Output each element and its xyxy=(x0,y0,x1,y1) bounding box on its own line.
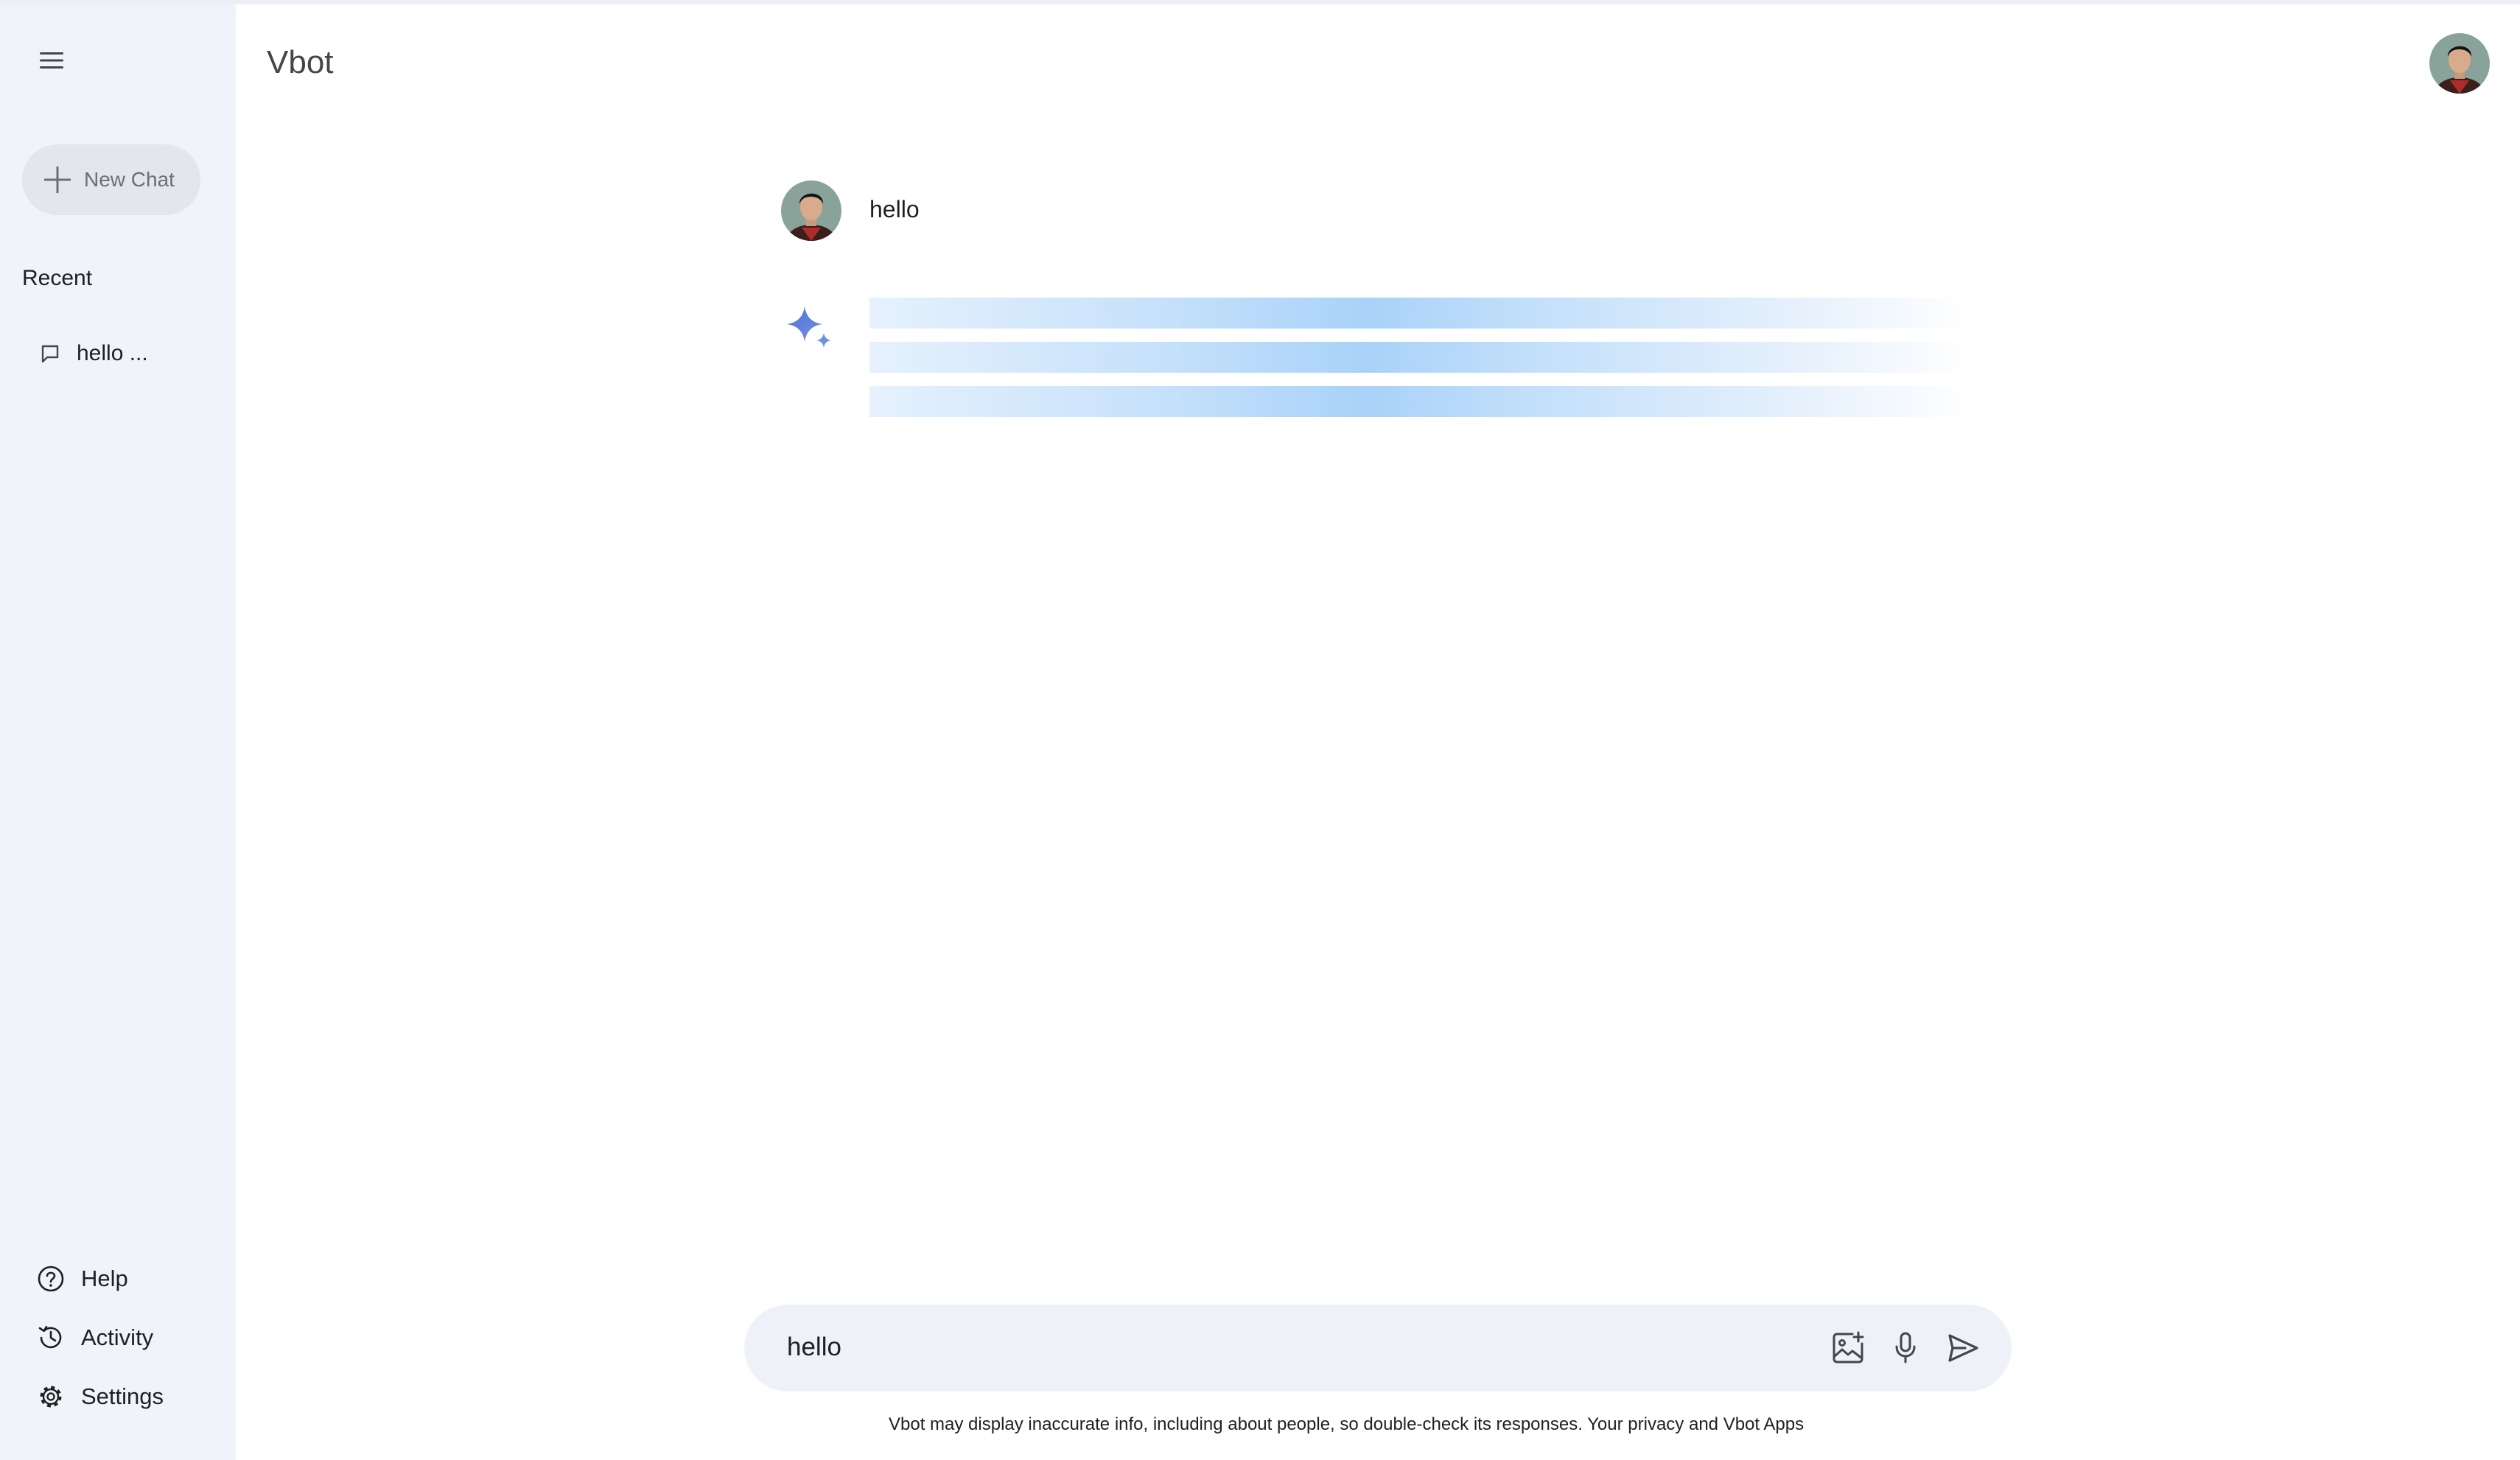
sidebar-item-help[interactable]: Help xyxy=(22,1249,214,1308)
send-button[interactable] xyxy=(1941,1326,1985,1370)
user-message-avatar xyxy=(781,180,841,241)
gear-icon xyxy=(40,1386,62,1408)
hamburger-menu-icon xyxy=(40,52,63,69)
user-avatar-icon xyxy=(2429,33,2490,94)
recent-heading: Recent xyxy=(22,266,93,290)
app-title: Vbot xyxy=(267,44,334,80)
help-label: Help xyxy=(81,1266,128,1291)
add-image-button[interactable] xyxy=(1826,1326,1870,1370)
chat-bubble-icon xyxy=(41,345,59,363)
activity-label: Activity xyxy=(81,1324,154,1350)
response-loading-line xyxy=(869,298,1975,329)
add-image-icon xyxy=(1833,1331,1864,1364)
response-loading-line xyxy=(869,386,1975,417)
recent-chat-label: hello ... xyxy=(77,341,148,365)
settings-label: Settings xyxy=(81,1383,164,1409)
help-circle-icon xyxy=(38,1266,64,1292)
history-icon xyxy=(38,1325,62,1349)
user-avatar-icon xyxy=(781,180,841,241)
new-chat-button[interactable]: New Chat xyxy=(22,144,200,215)
recent-chat-item[interactable]: hello ... xyxy=(22,329,214,379)
microphone-icon xyxy=(1895,1332,1916,1364)
sidebar-item-settings[interactable]: Settings xyxy=(22,1367,214,1426)
sparkle-icon xyxy=(787,306,831,348)
sidebar: New Chat Recent hello ... Help Activity xyxy=(0,4,236,1460)
plus-icon xyxy=(44,166,71,193)
sidebar-bottom-links: Help Activity Settings xyxy=(22,1249,214,1426)
user-message-text: hello xyxy=(869,196,920,222)
microphone-button[interactable] xyxy=(1883,1326,1928,1370)
account-avatar[interactable] xyxy=(2429,33,2490,94)
menu-button[interactable] xyxy=(28,41,75,80)
prompt-input[interactable] xyxy=(785,1332,1820,1363)
disclaimer-text: Vbot may display inaccurate info, includ… xyxy=(889,1414,1805,1434)
response-loading-line xyxy=(869,342,1975,373)
sidebar-item-activity[interactable]: Activity xyxy=(22,1308,214,1367)
top-border xyxy=(0,0,2520,4)
send-icon xyxy=(1948,1334,1978,1362)
new-chat-label: New Chat xyxy=(84,168,175,191)
